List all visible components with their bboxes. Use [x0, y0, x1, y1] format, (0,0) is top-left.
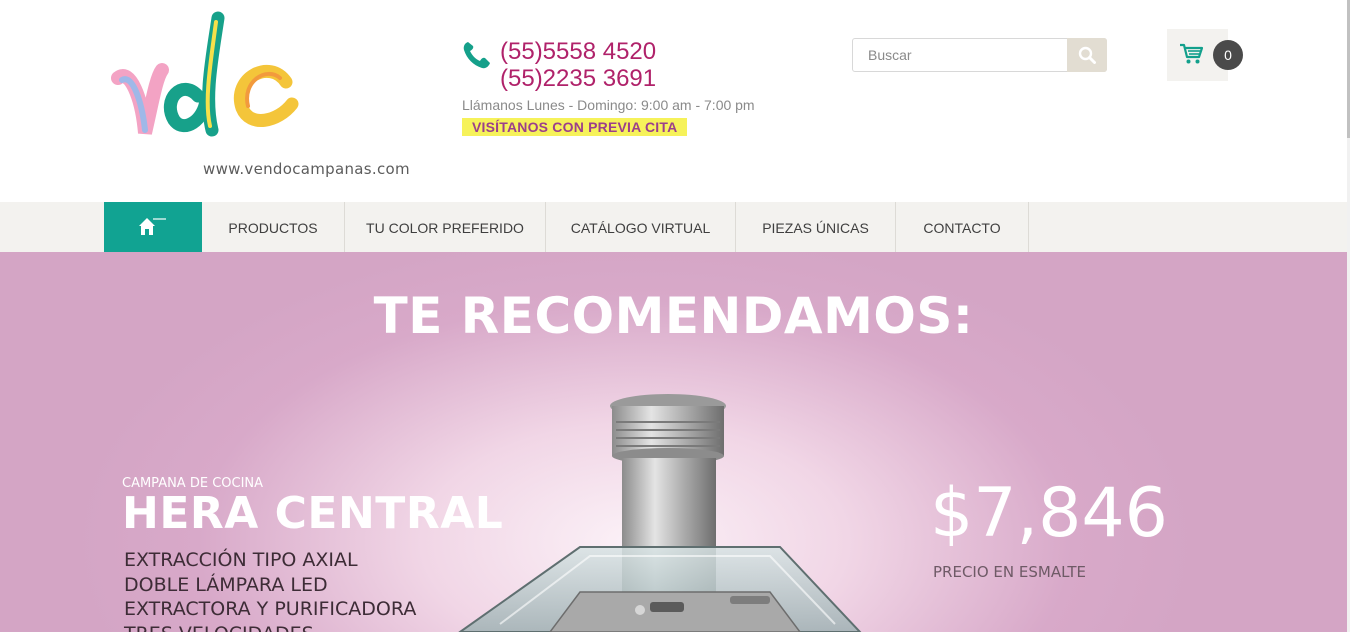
- site-header: www.vendocampanas.com (55)5558 4520 (55)…: [0, 0, 1347, 202]
- product-name: HERA CENTRAL: [122, 488, 504, 539]
- nav-item-productos[interactable]: PRODUCTOS: [202, 202, 345, 252]
- feature-item: EXTRACCIÓN TIPO AXIAL: [124, 549, 358, 571]
- feature-item: DOBLE LÁMPARA LED: [124, 573, 328, 596]
- search-box: [852, 38, 1107, 72]
- home-icon: [139, 218, 166, 235]
- phone-number-2[interactable]: (55)2235 3691: [500, 65, 656, 93]
- product-price: $7,846: [930, 474, 1168, 553]
- hero-banner[interactable]: TE RECOMENDAMOS: CAMPANA DE COCINA HERA …: [0, 252, 1347, 632]
- phone-icon: [463, 42, 490, 69]
- search-icon: [1078, 46, 1096, 64]
- visit-appointment-badge: VISÍTANOS CON PREVIA CITA: [462, 118, 688, 136]
- phone-number-1[interactable]: (55)5558 4520: [500, 38, 656, 66]
- business-hours: Llámanos Lunes - Domingo: 9:00 am - 7:00…: [462, 97, 755, 113]
- site-logo[interactable]: www.vendocampanas.com: [100, 8, 410, 178]
- price-label: PRECIO EN ESMALTE: [933, 563, 1087, 581]
- cart-icon: [1180, 43, 1203, 64]
- feature-list: EXTRACCIÓN TIPO AXIAL DOBLE LÁMPARA LED …: [124, 548, 416, 632]
- main-nav: PRODUCTOS TU COLOR PREFERIDO CATÁLOGO VI…: [0, 202, 1347, 252]
- search-input[interactable]: [853, 39, 1067, 71]
- nav-item-tu-color-preferido[interactable]: TU COLOR PREFERIDO: [345, 202, 546, 252]
- cart-count-badge: 0: [1213, 40, 1243, 70]
- feature-item: TRES VELOCIDADES: [124, 622, 416, 632]
- search-button[interactable]: [1067, 38, 1107, 72]
- nav-item-piezas-unicas[interactable]: PIEZAS ÚNICAS: [736, 202, 896, 252]
- nav-home[interactable]: [104, 202, 202, 252]
- nav-item-contacto[interactable]: CONTACTO: [896, 202, 1029, 252]
- nav-item-catalogo-virtual[interactable]: CATÁLOGO VIRTUAL: [546, 202, 736, 252]
- hero-title: TE RECOMENDAMOS:: [373, 287, 974, 345]
- vdc-logo-mark: [111, 11, 299, 137]
- product-image-hood: [458, 394, 862, 632]
- logo-url-text: www.vendocampanas.com: [203, 160, 410, 178]
- feature-item: EXTRACTORA Y PURIFICADORA: [124, 598, 417, 620]
